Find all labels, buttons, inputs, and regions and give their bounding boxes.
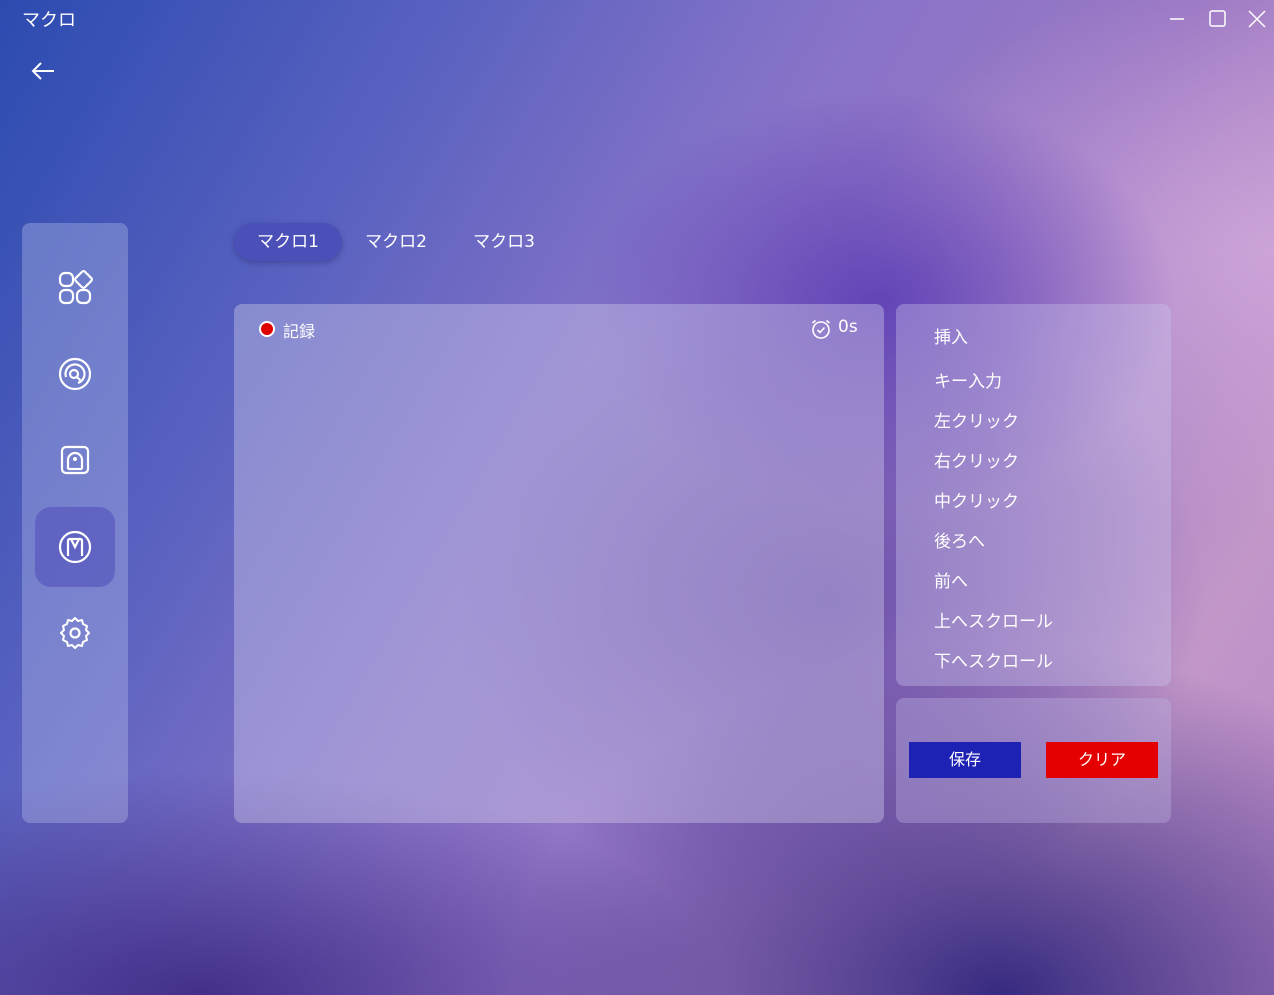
sidebar-item-search[interactable]: [35, 334, 115, 414]
insert-middle-click[interactable]: 中クリック: [934, 487, 1019, 512]
sidebar-item-apps[interactable]: [35, 248, 115, 328]
insert-key-input[interactable]: キー入力: [934, 367, 1002, 392]
record-button[interactable]: [259, 321, 275, 337]
macro-m-icon: [58, 530, 92, 564]
search-target-icon: [58, 357, 92, 391]
close-icon[interactable]: [1244, 6, 1270, 32]
profile-card-icon: [60, 445, 90, 475]
minimize-icon[interactable]: [1164, 6, 1190, 32]
record-label: 記録: [283, 322, 316, 341]
tab-macro-3[interactable]: マクロ3: [450, 223, 558, 261]
back-arrow-icon[interactable]: [28, 56, 58, 86]
tab-macro-1[interactable]: マクロ1: [234, 223, 342, 261]
gear-icon: [60, 617, 90, 649]
insert-scroll-up[interactable]: 上へスクロール: [934, 607, 1053, 632]
insert-right-click[interactable]: 右クリック: [934, 447, 1019, 472]
maximize-icon[interactable]: [1204, 6, 1230, 32]
record-panel[interactable]: 記録 0s: [234, 304, 884, 823]
sidebar-item-macro[interactable]: [35, 507, 115, 587]
sidebar: [22, 223, 128, 823]
timer-value: 0s: [838, 317, 858, 337]
title-bar: マクロ: [0, 0, 1274, 36]
sidebar-item-profile[interactable]: [35, 420, 115, 500]
save-button[interactable]: 保存: [909, 742, 1021, 778]
alarm-clock-icon: [811, 319, 831, 339]
insert-panel: 挿入 キー入力 左クリック 右クリック 中クリック 後ろへ 前へ 上へスクロール…: [896, 304, 1171, 686]
insert-left-click[interactable]: 左クリック: [934, 407, 1019, 432]
insert-scroll-down[interactable]: 下へスクロール: [934, 647, 1053, 672]
sidebar-item-settings[interactable]: [35, 593, 115, 673]
clear-button[interactable]: クリア: [1046, 742, 1158, 778]
action-panel: 保存 クリア: [896, 698, 1171, 823]
apps-grid-icon: [58, 270, 93, 305]
window-title: マクロ: [22, 10, 76, 31]
tab-macro-2[interactable]: マクロ2: [342, 223, 450, 261]
insert-back[interactable]: 後ろへ: [934, 527, 985, 552]
insert-forward[interactable]: 前へ: [934, 567, 968, 592]
insert-title: 挿入: [934, 328, 968, 348]
